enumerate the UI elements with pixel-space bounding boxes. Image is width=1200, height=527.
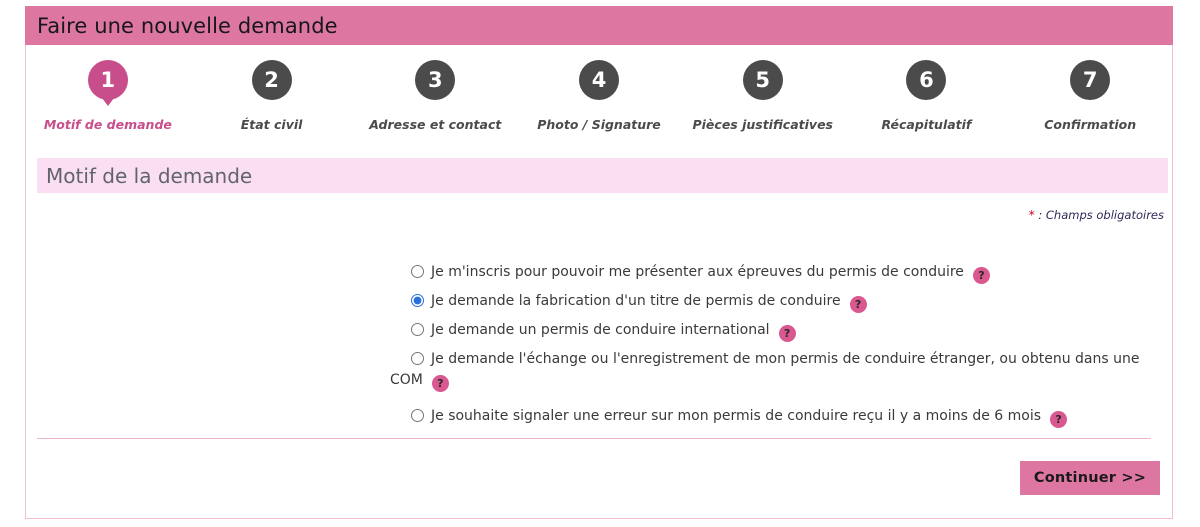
continue-button[interactable]: Continuer >> xyxy=(1020,461,1160,495)
step-item-6[interactable]: 6 Récapitulatif xyxy=(845,46,1009,132)
step-label: Motif de demande xyxy=(43,117,172,132)
step-label: Pièces justificatives xyxy=(692,117,833,132)
step-label: Adresse et contact xyxy=(369,117,502,132)
step-number-badge: 2 xyxy=(251,60,292,100)
step-number-badge: 7 xyxy=(1070,60,1111,100)
help-icon[interactable]: ? xyxy=(778,325,796,342)
progress-stepper: 1 Motif de demande 2 État civil 3 Adresse et … xyxy=(26,46,1172,154)
reason-radio-1[interactable] xyxy=(411,265,424,278)
reason-option-label: Je m'inscris pour pouvoir me présenter a… xyxy=(431,264,964,280)
reason-radio-4[interactable] xyxy=(411,352,424,365)
reason-option-3[interactable]: Je demande un permis de conduire interna… xyxy=(390,320,1150,342)
section-header: Motif de la demande xyxy=(37,158,1168,193)
step-number-badge: 1 xyxy=(87,60,128,106)
step-item-2[interactable]: 2 État civil xyxy=(190,46,354,132)
reason-option-5[interactable]: Je souhaite signaler une erreur sur mon … xyxy=(390,406,1150,428)
footer-divider xyxy=(37,438,1151,439)
step-number-badge: 4 xyxy=(579,60,620,100)
reason-radio-5[interactable] xyxy=(411,409,424,422)
help-icon[interactable]: ? xyxy=(849,296,867,313)
page-title-bar: Faire une nouvelle demande xyxy=(25,6,1173,45)
required-fields-text: : Champs obligatoires xyxy=(1034,208,1164,222)
step-item-5[interactable]: 5 Pièces justificatives xyxy=(681,46,845,132)
step-item-3[interactable]: 3 Adresse et contact xyxy=(353,46,517,132)
reason-option-2[interactable]: Je demande la fabrication d'un titre de … xyxy=(390,291,1150,313)
reason-option-4[interactable]: Je demande l'échange ou l'enregistrement… xyxy=(390,349,1150,392)
step-label: État civil xyxy=(240,117,303,132)
reason-option-1[interactable]: Je m'inscris pour pouvoir me présenter a… xyxy=(390,262,1150,284)
step-label: Photo / Signature xyxy=(537,117,661,132)
section-title: Motif de la demande xyxy=(46,163,253,188)
step-item-4[interactable]: 4 Photo / Signature xyxy=(517,46,681,132)
help-icon[interactable]: ? xyxy=(431,375,449,392)
application-root: Faire une nouvelle demande 1 Motif de dem… xyxy=(0,0,1200,527)
reason-radio-2[interactable] xyxy=(411,294,424,307)
step-number-badge: 5 xyxy=(742,60,783,100)
reason-radio-3[interactable] xyxy=(411,323,424,336)
page-title: Faire une nouvelle demande xyxy=(37,13,338,38)
step-number-badge: 6 xyxy=(906,60,947,100)
step-item-7[interactable]: 7 Confirmation xyxy=(1008,46,1172,132)
reason-option-label: Je demande l'échange ou l'enregistrement… xyxy=(390,351,1140,388)
reason-option-label: Je demande la fabrication d'un titre de … xyxy=(431,293,841,309)
step-item-1[interactable]: 1 Motif de demande xyxy=(26,46,190,132)
reason-option-label: Je souhaite signaler une erreur sur mon … xyxy=(431,408,1042,424)
step-number-badge: 3 xyxy=(415,60,456,100)
request-reason-options: Je m'inscris pour pouvoir me présenter a… xyxy=(390,262,1150,435)
reason-option-label: Je demande un permis de conduire interna… xyxy=(431,322,770,338)
required-fields-note: * : Champs obligatoires xyxy=(1029,208,1164,222)
step-label: Récapitulatif xyxy=(881,117,972,132)
help-icon[interactable]: ? xyxy=(1050,411,1068,428)
step-label: Confirmation xyxy=(1044,117,1137,132)
help-icon[interactable]: ? xyxy=(972,267,990,284)
